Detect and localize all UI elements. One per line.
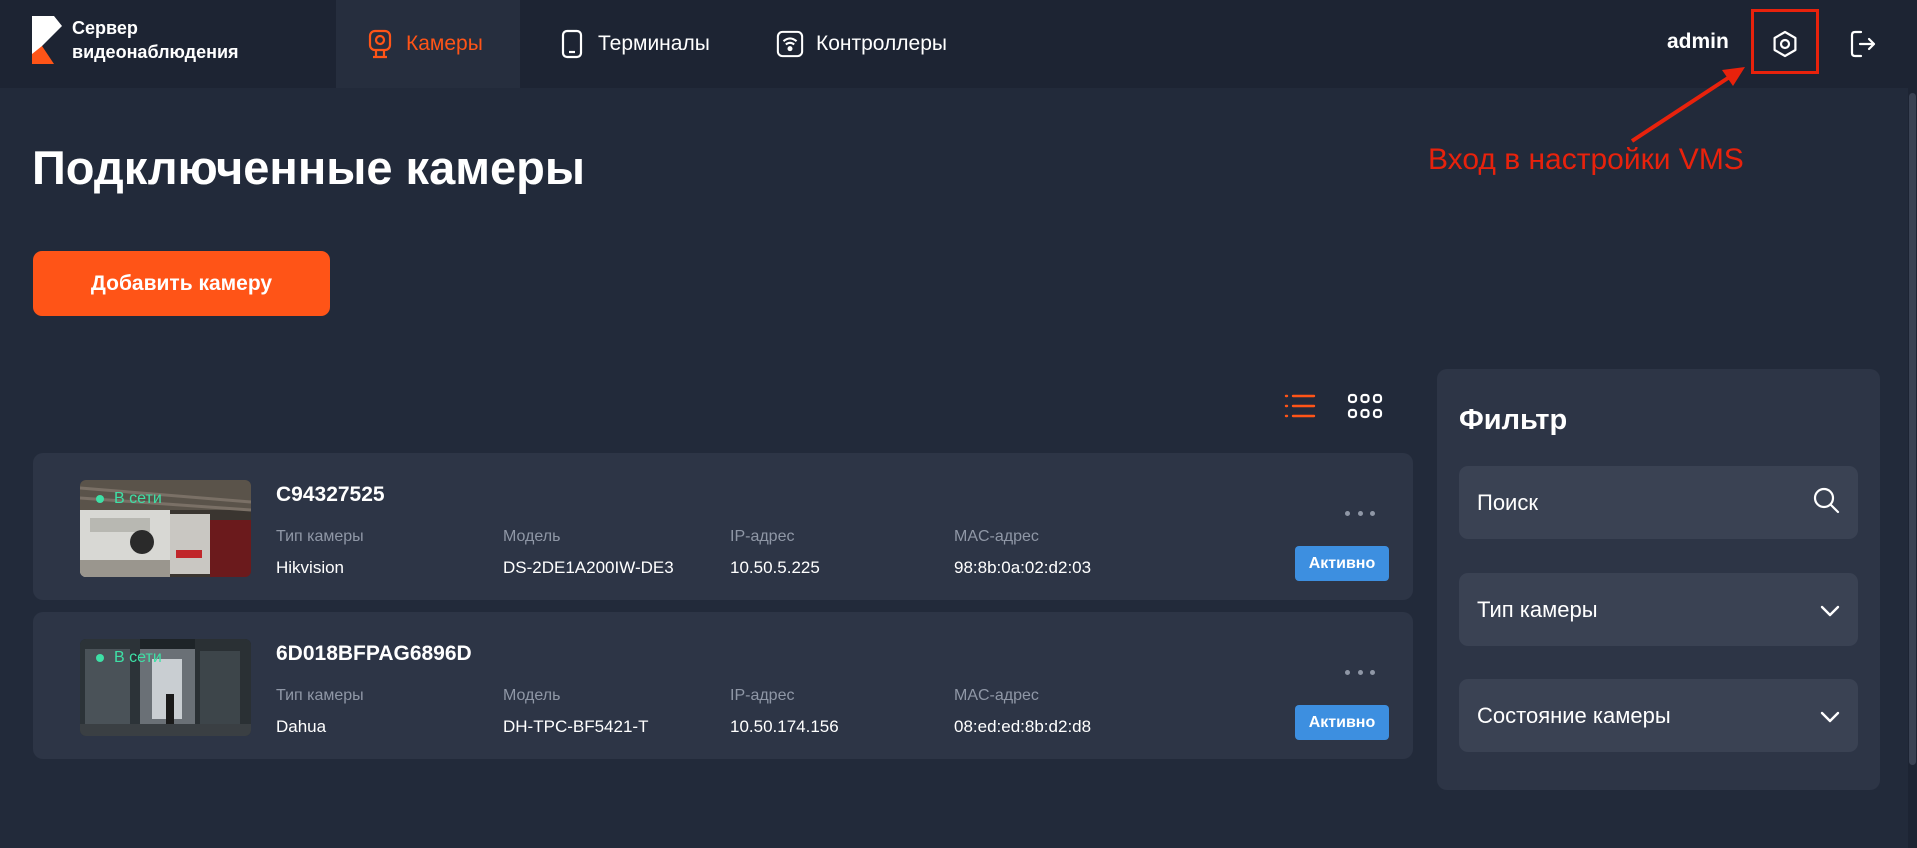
camera-mac-label: MAC-адрес [954, 528, 1039, 545]
camera-type-select-label: Тип камеры [1477, 596, 1598, 622]
tab-controllers-label: Контроллеры [816, 32, 947, 55]
camera-ip-value: 10.50.174.156 [730, 717, 839, 736]
camera-type-value: Hikvision [276, 558, 345, 577]
camera-type-select[interactable]: Тип камеры [1459, 573, 1858, 646]
more-options-icon[interactable] [1345, 507, 1375, 519]
status-dot-icon [96, 654, 104, 662]
camera-mac-value: 98:8b:0a:02:d2:03 [954, 558, 1092, 577]
camera-state-select[interactable]: Состояние камеры [1459, 679, 1858, 752]
tab-terminals[interactable]: Терминалы [528, 0, 740, 88]
status-online: В сети [96, 649, 162, 667]
camera-mac-value: 08:ed:ed:8b:d2:d8 [954, 717, 1092, 736]
camera-card[interactable]: В сети 6D018BFPAG6896D Тип камеры Модель… [33, 612, 1413, 759]
chevron-down-icon [1820, 597, 1840, 623]
logout-icon[interactable] [1843, 24, 1883, 64]
status-dot-icon [96, 495, 104, 503]
search-icon[interactable] [1812, 486, 1840, 520]
camera-state-select-label: Состояние камеры [1477, 702, 1671, 728]
logo-text-line1: Сервер [72, 18, 138, 38]
page-title: Подключенные камеры [32, 141, 585, 194]
status-badge: Активно [1295, 705, 1389, 740]
camera-type-label: Тип камеры [276, 528, 364, 545]
annotation-text: Вход в настройки VMS [1428, 143, 1744, 176]
camera-name[interactable]: 6D018BFPAG6896D [276, 642, 472, 666]
camera-model-value: DS-2DE1A200IW-DE3 [503, 558, 674, 577]
top-nav-bar: Сервер видеонаблюдения Камеры Терминалы [0, 0, 1917, 88]
tab-cameras[interactable]: Камеры [336, 0, 520, 88]
search-field[interactable] [1459, 466, 1858, 539]
username[interactable]: admin [1667, 30, 1729, 54]
more-options-icon[interactable] [1345, 666, 1375, 678]
wifi-router-icon [776, 29, 804, 59]
camera-thumbnail[interactable]: В сети [80, 480, 251, 577]
camera-model-label: Модель [503, 528, 561, 545]
camera-model-value: DH-TPC-BF5421-T [503, 717, 649, 736]
camera-ip-value: 10.50.5.225 [730, 558, 820, 577]
status-label: В сети [114, 490, 162, 507]
webcam-icon [366, 29, 394, 59]
camera-thumbnail[interactable]: В сети [80, 639, 251, 736]
search-input[interactable] [1477, 489, 1812, 516]
tab-terminals-label: Терминалы [598, 32, 710, 55]
camera-type-label: Тип камеры [276, 687, 364, 704]
camera-mac-label: MAC-адрес [954, 687, 1039, 704]
status-online: В сети [96, 490, 162, 508]
annotation-highlight-box [1751, 9, 1819, 74]
status-badge: Активно [1295, 546, 1389, 581]
status-label: В сети [114, 649, 162, 666]
camera-ip-label: IP-адрес [730, 687, 795, 704]
tab-controllers[interactable]: Контроллеры [746, 0, 977, 88]
scrollbar-thumb[interactable] [1909, 93, 1916, 765]
logo-text: Сервер видеонаблюдения [72, 16, 239, 64]
app-logo[interactable]: Сервер видеонаблюдения [32, 16, 239, 64]
logo-text-line2: видеонаблюдения [72, 42, 239, 62]
camera-card[interactable]: В сети C94327525 Тип камеры Модель IP-ад… [33, 453, 1413, 600]
tablet-icon [558, 29, 586, 59]
camera-model-label: Модель [503, 687, 561, 704]
grid-view-icon[interactable] [1345, 390, 1385, 422]
add-camera-button[interactable]: Добавить камеру [33, 251, 330, 316]
filter-title: Фильтр [1459, 404, 1568, 436]
camera-type-value: Dahua [276, 717, 327, 736]
camera-ip-label: IP-адрес [730, 528, 795, 545]
list-view-icon[interactable] [1280, 390, 1320, 422]
tab-cameras-label: Камеры [406, 32, 483, 55]
filter-panel: Фильтр Тип камеры Состояние камеры [1437, 369, 1880, 790]
chevron-down-icon [1820, 703, 1840, 729]
camera-name[interactable]: C94327525 [276, 483, 385, 507]
logo-mark-icon [32, 16, 62, 64]
